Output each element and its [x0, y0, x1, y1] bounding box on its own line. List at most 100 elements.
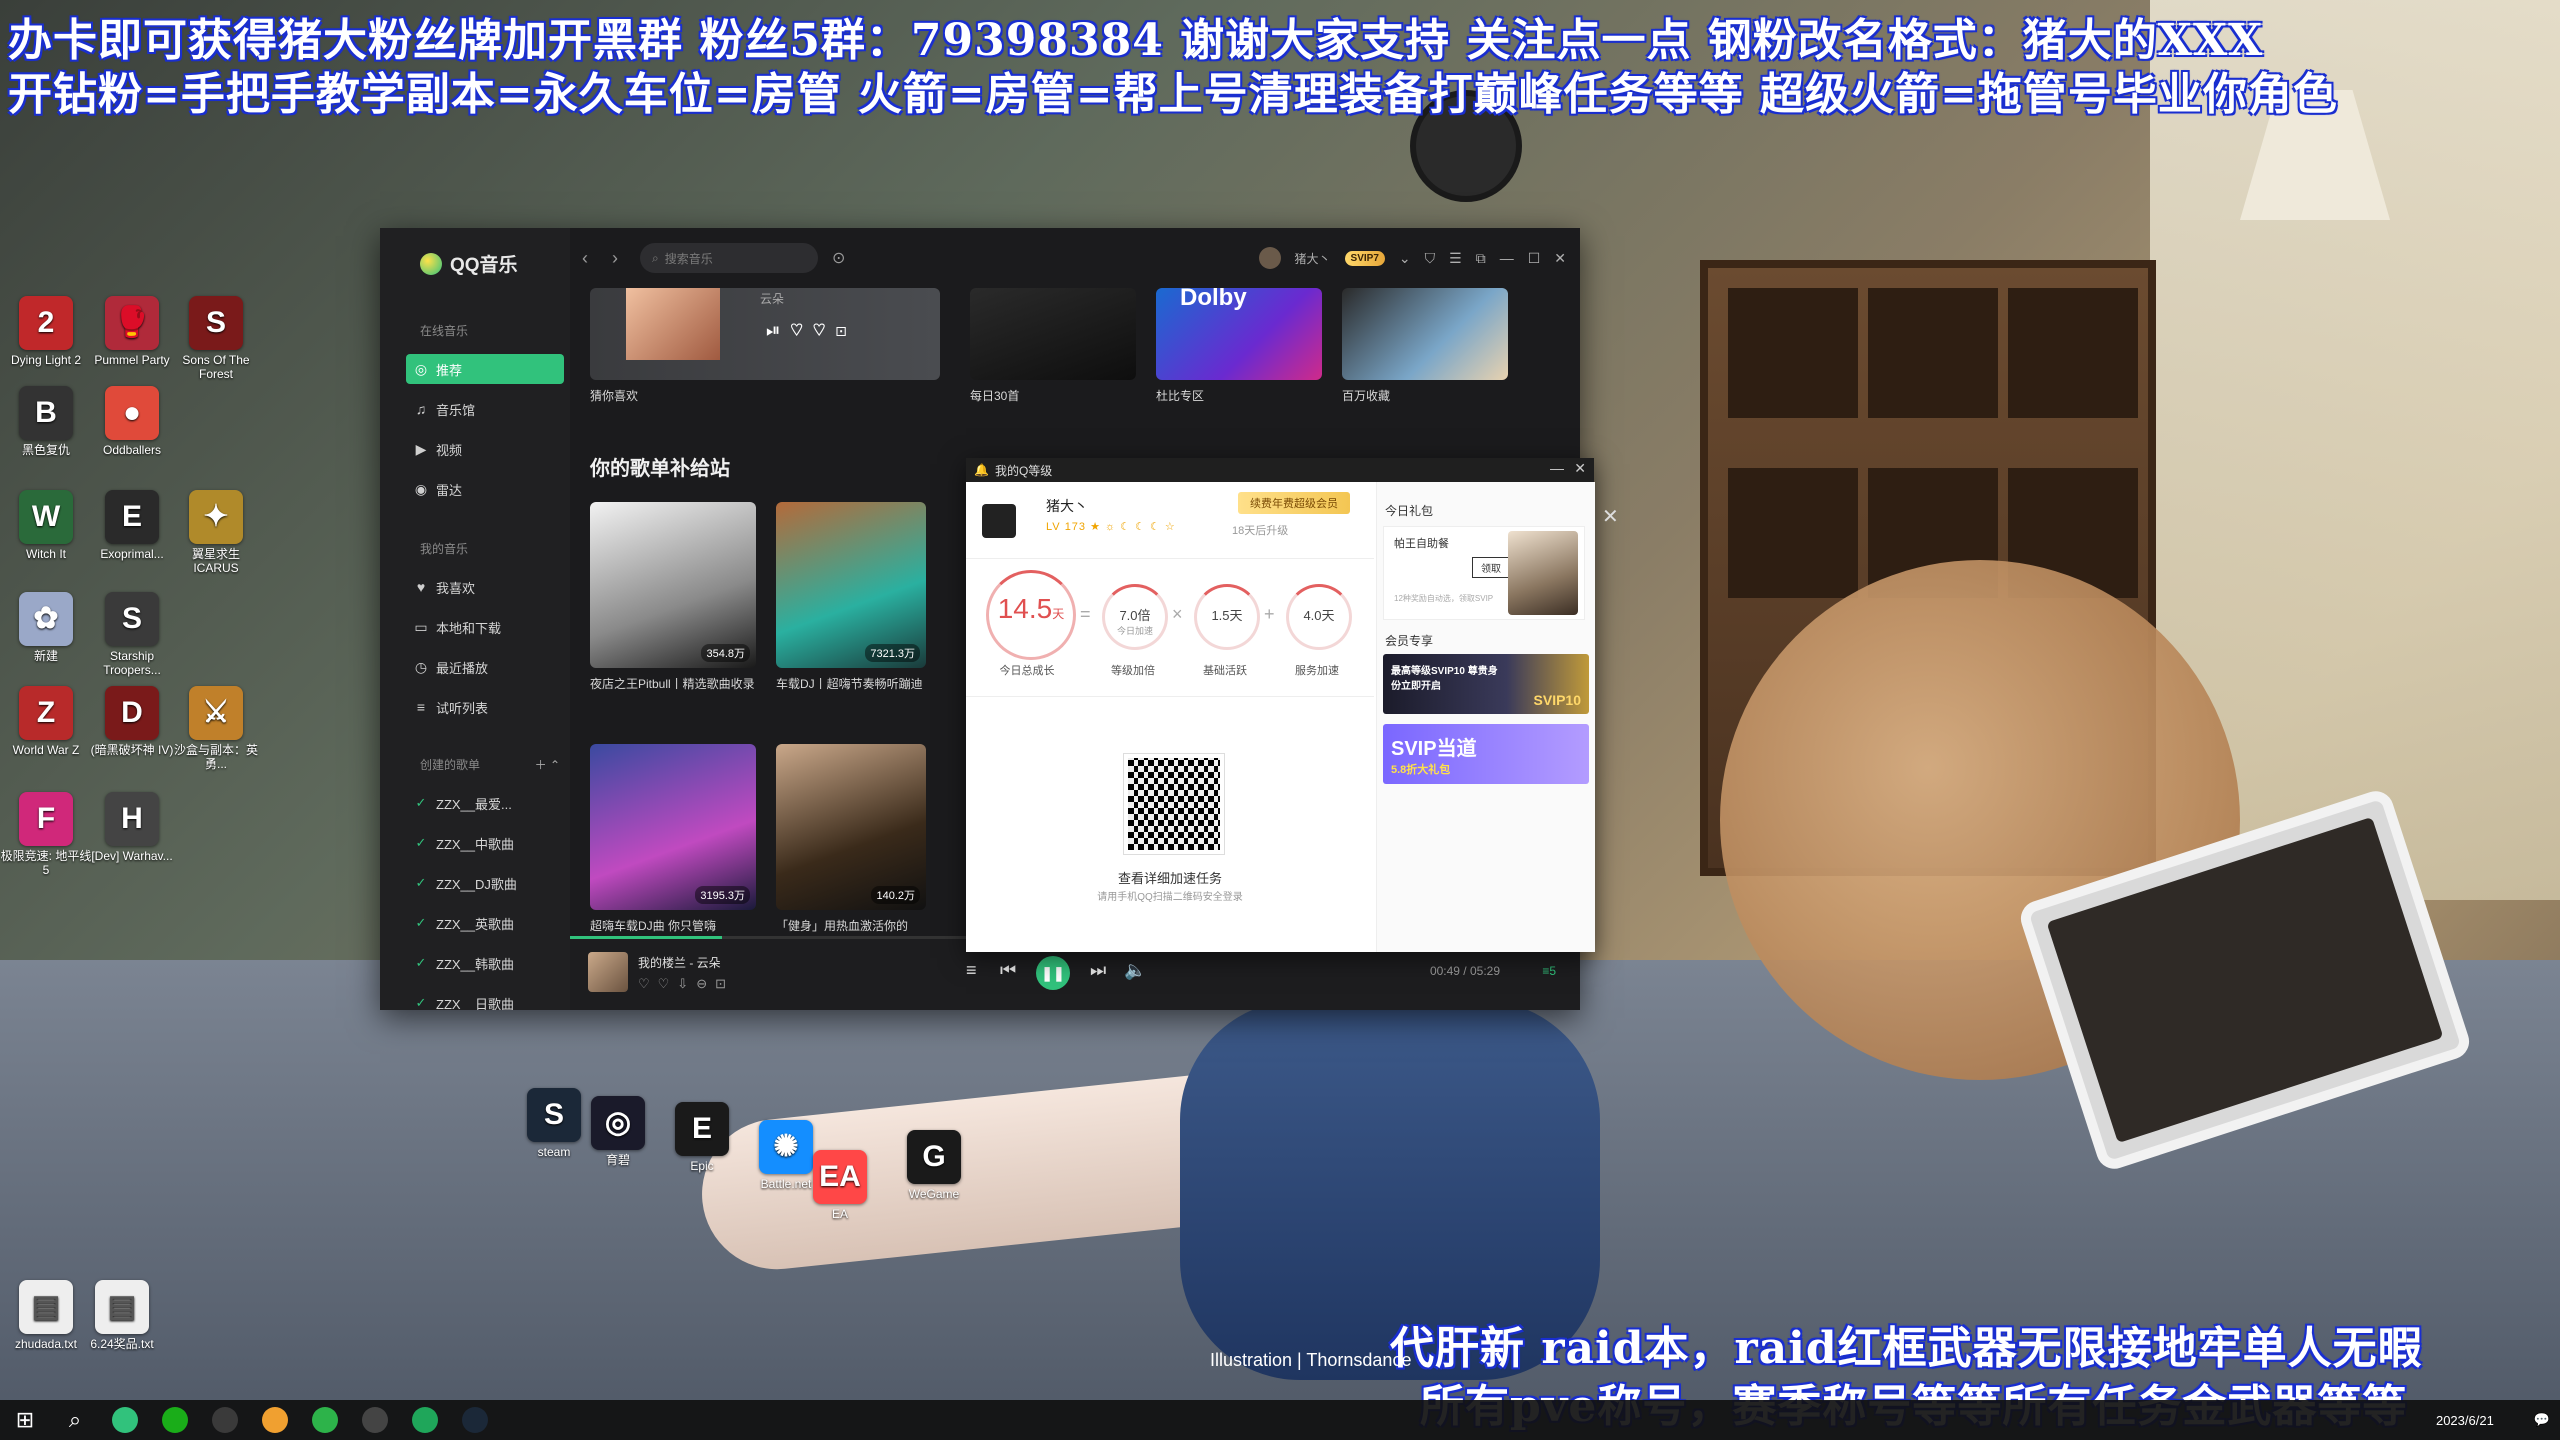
desktop-icon[interactable]: EA EA — [794, 1150, 886, 1221]
desktop-icon[interactable]: S Sons Of The Forest — [170, 296, 262, 381]
playlist-card-1[interactable]: 354.8万 夜店之王Pitbull丨精选歌曲收录 — [590, 502, 756, 693]
nav-label: 最近播放 — [436, 660, 489, 676]
sidebar-item-online-2[interactable]: ▶ 视频 — [406, 434, 564, 464]
qr-code[interactable] — [1123, 753, 1225, 855]
sidebar-playlist[interactable]: ✓ ZZX__韩歌曲 — [406, 948, 564, 978]
desktop-icon[interactable]: 🥊 Pummel Party — [86, 296, 178, 367]
minimize-icon[interactable]: — — [1500, 250, 1514, 266]
sidebar-item-mine-0[interactable]: ♥ 我喜欢 — [406, 572, 564, 602]
desktop-icon[interactable]: F 极限竞速: 地平线 5 — [0, 792, 92, 877]
taskbar-app-icon[interactable] — [150, 1400, 200, 1440]
desktop-icon[interactable]: B 黑色复仇 — [0, 386, 92, 457]
app-logo[interactable]: QQ音乐 — [420, 250, 518, 277]
desktop-icon[interactable]: 2 Dying Light 2 — [0, 296, 92, 367]
desktop-icon[interactable]: D (暗黑破坏神 IV) — [86, 686, 178, 757]
nav-label: 试听列表 — [436, 700, 489, 716]
menu-icon[interactable]: ☰ — [1449, 250, 1462, 267]
back-arrow-icon[interactable]: ‹ — [570, 248, 600, 269]
sidebar-playlist[interactable]: ✓ ZZX__中歌曲 — [406, 828, 564, 858]
nav-label: 我喜欢 — [436, 580, 476, 596]
sidebar-item-mine-3[interactable]: ≡ 试听列表 — [406, 692, 564, 722]
search-icon[interactable]: ⌕ — [50, 1400, 100, 1440]
desktop-icon[interactable]: H [Dev] Warhav... — [86, 792, 178, 863]
skin-icon[interactable]: ⛉ — [1425, 250, 1436, 267]
play-count: 7321.3万 — [865, 644, 920, 662]
desktop-icon[interactable]: W Witch It — [0, 490, 92, 561]
user-name[interactable]: 猪大丶 — [1295, 250, 1331, 267]
desktop-icon[interactable]: ◎ 育碧 — [572, 1096, 664, 1167]
sidebar-playlist[interactable]: ✓ ZZX__DJ歌曲 — [406, 868, 564, 898]
sidebar-item-online-3[interactable]: ◉ 雷达 — [406, 474, 564, 504]
card-guess-you-like[interactable]: 云朵 ⏯♡♡⊡ 猜你喜欢 — [590, 288, 940, 405]
forward-arrow-icon[interactable]: › — [600, 248, 630, 269]
user-avatar[interactable] — [1258, 247, 1281, 269]
playlist-card-4[interactable]: 140.2万 「健身」用热血激活你的 — [776, 744, 926, 935]
taskbar-app-icon[interactable] — [250, 1400, 300, 1440]
popup-close-icon[interactable]: ✕ — [1574, 460, 1586, 477]
sidebar-playlist[interactable]: ✓ ZZX__英歌曲 — [406, 908, 564, 938]
next-icon[interactable]: ⏭ — [1090, 960, 1106, 981]
sidebar-item-mine-2[interactable]: ◷ 最近播放 — [406, 652, 564, 682]
desktop-icon[interactable]: E Exoprimal... — [86, 490, 178, 561]
sidebar-playlist[interactable]: ✓ ZZX__最爱... — [406, 788, 564, 818]
sidebar-item-online-1[interactable]: ♫ 音乐馆 — [406, 394, 564, 424]
card-million-favorites[interactable]: 百万收藏 — [1342, 288, 1508, 405]
svip10-promo[interactable]: 最高等级SVIP10 尊贵身份立即开启 SVIP10 — [1383, 654, 1589, 714]
sidebar-item-online-0[interactable]: ◎ 推荐 — [406, 354, 564, 384]
playlist-mode-icon[interactable]: ≡ — [966, 960, 977, 981]
taskbar-app-icon[interactable] — [200, 1400, 250, 1440]
desktop-icon[interactable]: ⚔ 沙盒与副本：英勇... — [170, 686, 262, 771]
desktop-icon[interactable]: G WeGame — [888, 1130, 980, 1201]
app-icon: ◎ — [591, 1096, 645, 1150]
playlist-card-3[interactable]: 3195.3万 超嗨车载DJ曲 你只管嗨 — [590, 744, 756, 935]
now-playing-actions-icon[interactable]: ♡♡⇩⊖⊡ — [638, 976, 734, 992]
sidebar-item-mine-1[interactable]: ▭ 本地和下载 — [406, 612, 564, 642]
taskbar-app-icon[interactable] — [450, 1400, 500, 1440]
pause-button[interactable]: ❚❚ — [1036, 956, 1070, 990]
search-input[interactable]: ⌕ 搜索音乐 — [640, 243, 818, 273]
taskbar-app-icon[interactable] — [400, 1400, 450, 1440]
mini-mode-icon[interactable]: ⧉ — [1476, 250, 1486, 267]
times-icon: × — [1172, 604, 1183, 624]
taskbar-app-icon[interactable] — [350, 1400, 400, 1440]
card-dolby[interactable]: Dolby 杜比专区 — [1156, 288, 1322, 405]
volume-icon[interactable]: 🔈 — [1124, 960, 1146, 981]
now-playing-title[interactable]: 我的楼兰 - 云朵 — [638, 954, 721, 971]
desktop-icon[interactable]: S Starship Troopers... — [86, 592, 178, 677]
voice-search-icon[interactable]: ⊙ — [832, 248, 845, 268]
desktop-icon[interactable]: ▤ 6.24奖品.txt — [76, 1280, 168, 1351]
claim-button[interactable]: 领取 — [1472, 557, 1510, 578]
add-playlist-icon[interactable]: ＋ ⌃ — [535, 756, 560, 773]
previous-icon[interactable]: ⏮ — [1000, 960, 1016, 981]
desktop-icon[interactable]: ✿ 新建 — [0, 592, 92, 663]
start-icon[interactable]: ⊞ — [0, 1400, 50, 1440]
notification-icon[interactable]: 💬 — [2534, 1412, 2550, 1428]
popup-minimize-icon[interactable]: — — [1550, 460, 1564, 476]
chevron-down-icon[interactable]: ⌄ — [1399, 250, 1411, 267]
desktop-icon[interactable]: Z World War Z — [0, 686, 92, 757]
clock-date[interactable]: 2023/6/21 — [2436, 1413, 2494, 1428]
check-icon: ✓ — [415, 955, 427, 970]
desktop-icon-label: 新建 — [33, 649, 58, 663]
card-caption: 夜店之王Pitbull丨精选歌曲收录 — [590, 677, 755, 691]
banner-line-3: 代肝新 raid本，raid红框武器无限接地牢单人无暇 — [1390, 1323, 2423, 1374]
now-playing-cover[interactable] — [588, 952, 628, 992]
svip-deal-promo[interactable]: SVIP当道 5.8折大礼包 — [1383, 724, 1589, 784]
card-daily-30[interactable]: 每日30首 — [970, 288, 1136, 405]
desktop-icon[interactable]: ● Oddballers — [86, 386, 178, 457]
playlist-card-2[interactable]: 7321.3万 车载DJ丨超嗨节奏畅听蹦迪 — [776, 502, 926, 693]
sidebar-playlist[interactable]: ✓ ZZX__日歌曲 — [406, 988, 564, 1010]
vip-badge[interactable]: SVIP7 — [1344, 250, 1385, 266]
close-icon[interactable]: ✕ — [1554, 250, 1566, 267]
taskbar-app-icon[interactable] — [100, 1400, 150, 1440]
level-boost-sub: 今日加速 — [1116, 626, 1153, 636]
divider — [966, 558, 1374, 559]
desktop-icon[interactable]: ✦ 翼星求生 ICARUS — [170, 490, 262, 575]
maximize-icon[interactable]: ☐ — [1528, 250, 1541, 267]
renew-button[interactable]: 续费年费超级会员 — [1238, 492, 1350, 514]
side-panel-close-icon[interactable]: ✕ — [1602, 504, 1619, 528]
queue-count[interactable]: ≡5 — [1542, 964, 1556, 978]
taskbar-app-icon[interactable] — [300, 1400, 350, 1440]
desktop-icon[interactable]: E Epic — [656, 1102, 748, 1173]
card-controls-icon[interactable]: ⏯♡♡⊡ — [766, 320, 857, 341]
